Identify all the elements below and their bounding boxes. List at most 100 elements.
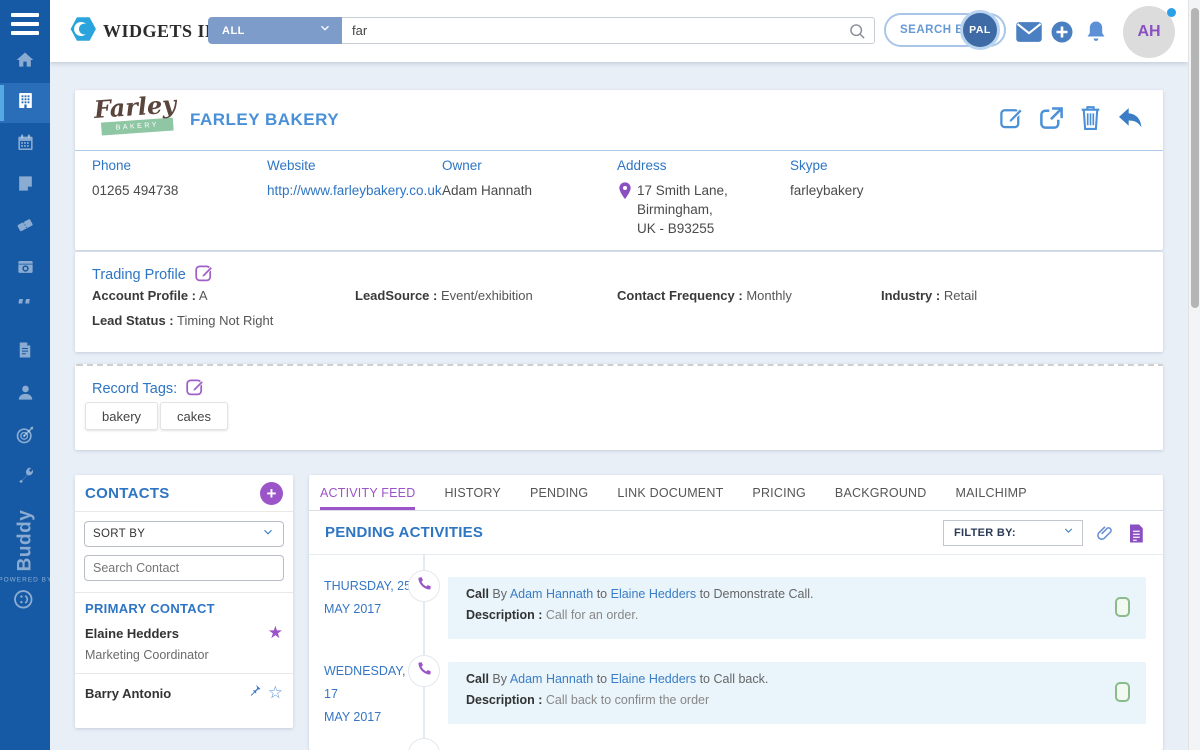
- contacts-title: CONTACTS: [85, 485, 170, 502]
- edit-record-icon[interactable]: [998, 104, 1025, 136]
- mail-icon[interactable]: [1015, 21, 1043, 48]
- sidebar-item-home[interactable]: [0, 42, 50, 82]
- chevron-down-icon: [318, 21, 332, 40]
- activity-by-link[interactable]: Adam Hannath: [510, 587, 593, 601]
- tag-chip[interactable]: bakery: [85, 402, 158, 430]
- tab-mailchimp[interactable]: MAILCHIMP: [956, 486, 1027, 510]
- powered-by-badge: POWERED BY Buddy: [0, 495, 50, 625]
- star-filled-icon[interactable]: ★: [268, 623, 283, 643]
- sidebar: “ POWERED BY Buddy: [0, 0, 50, 750]
- search-scope-dropdown[interactable]: ALL: [208, 17, 342, 44]
- person-icon: [16, 383, 35, 407]
- star-outline-icon[interactable]: ☆: [268, 683, 283, 703]
- back-icon[interactable]: [1116, 104, 1145, 136]
- call-node: [408, 655, 440, 687]
- sidebar-item-calendar[interactable]: [0, 125, 50, 165]
- description-label: Description :: [466, 608, 542, 622]
- contact-row: Barry Antonio ☆: [85, 683, 283, 703]
- owner-value: Adam Hannath: [442, 181, 532, 200]
- home-icon: [15, 50, 35, 75]
- edit-trading-profile-icon[interactable]: [194, 262, 215, 287]
- activity-action: to Call back.: [700, 672, 769, 686]
- divider: [75, 592, 293, 593]
- sidebar-item-documents[interactable]: [0, 332, 50, 372]
- account-profile-field: Account Profile : A: [92, 288, 208, 303]
- tab-pricing[interactable]: PRICING: [752, 486, 806, 510]
- by-label: By: [492, 587, 507, 601]
- attachment-icon[interactable]: [1095, 523, 1115, 548]
- tab-history[interactable]: HISTORY: [444, 486, 501, 510]
- sidebar-item-company[interactable]: [0, 83, 50, 123]
- call-node: [408, 738, 440, 750]
- to-label: to: [597, 587, 607, 601]
- by-label: By: [492, 672, 507, 686]
- sort-by-dropdown[interactable]: SORT BY: [84, 521, 284, 547]
- scrollbar-thumb[interactable]: [1191, 8, 1199, 308]
- industry-value: Retail: [944, 288, 977, 303]
- document-filter-icon[interactable]: [1127, 523, 1145, 549]
- calendar-icon: [16, 133, 35, 157]
- pending-activities-title: PENDING ACTIVITIES: [325, 524, 483, 541]
- search-scope-value: ALL: [222, 25, 245, 37]
- filter-by-dropdown[interactable]: FILTER BY:: [943, 520, 1083, 546]
- tab-pending[interactable]: PENDING: [530, 486, 588, 510]
- sidebar-item-tickets[interactable]: [0, 207, 50, 247]
- contact-search: [84, 555, 284, 581]
- lead-status-label: Lead Status :: [92, 313, 174, 328]
- tab-activity-feed[interactable]: ACTIVITY FEED: [320, 486, 415, 510]
- delete-record-icon[interactable]: [1078, 104, 1103, 136]
- contact-search-input[interactable]: [85, 556, 283, 580]
- sidebar-item-targets[interactable]: [0, 417, 50, 457]
- contacts-panel: CONTACTS + SORT BY PRIMARY CONTACT Elain…: [75, 475, 293, 728]
- account-profile-label: Account Profile :: [92, 288, 196, 303]
- pal-badge-label: PAL: [969, 24, 991, 36]
- powered-brand-label: Buddy: [14, 510, 36, 572]
- activity-to-link[interactable]: Elaine Hedders: [611, 587, 696, 601]
- global-search: [342, 17, 875, 44]
- search-icon[interactable]: [847, 21, 868, 47]
- lead-source-field: LeadSource : Event/exhibition: [355, 288, 533, 303]
- activity-entry: Call By Adam Hannath to Elaine Hedders t…: [448, 577, 1146, 639]
- add-contact-button[interactable]: +: [260, 482, 283, 505]
- share-record-icon[interactable]: [1038, 104, 1065, 136]
- sidebar-item-notes[interactable]: [0, 166, 50, 206]
- pal-badge[interactable]: PAL: [960, 10, 1000, 50]
- edit-record-tags-icon[interactable]: [185, 376, 206, 401]
- sidebar-item-camera[interactable]: [0, 249, 50, 289]
- address-line2: UK - B93255: [637, 221, 714, 236]
- field-address: Address 17 Smith Lane, Birmingham,UK - B…: [617, 158, 787, 238]
- divider: [75, 673, 293, 674]
- wrench-icon: [16, 466, 35, 490]
- field-owner: Owner Adam Hannath: [442, 158, 532, 200]
- phone-icon: [416, 660, 433, 682]
- sidebar-item-tools[interactable]: [0, 458, 50, 498]
- menu-icon[interactable]: [11, 13, 39, 35]
- activity-to-link[interactable]: Elaine Hedders: [611, 672, 696, 686]
- pushpin-icon[interactable]: [247, 683, 262, 703]
- contact-name-link[interactable]: Barry Antonio: [85, 686, 171, 701]
- chevron-down-icon: [1062, 524, 1075, 542]
- phone-icon: [416, 575, 433, 597]
- tab-background[interactable]: BACKGROUND: [835, 486, 927, 510]
- target-icon: [15, 425, 35, 450]
- add-icon[interactable]: [1050, 20, 1074, 49]
- contact-frequency-field: Contact Frequency : Monthly: [617, 288, 792, 303]
- complete-checkbox[interactable]: [1115, 597, 1130, 617]
- lead-status-value: Timing Not Right: [177, 313, 273, 328]
- phone-label: Phone: [92, 158, 178, 173]
- activity-by-link[interactable]: Adam Hannath: [510, 672, 593, 686]
- activity-date: WEDNESDAY, 17MAY 2017: [324, 660, 416, 729]
- notifications-bell-icon[interactable]: [1084, 19, 1108, 50]
- sidebar-item-quotes[interactable]: “: [0, 290, 50, 330]
- global-search-input[interactable]: [342, 18, 874, 43]
- sort-by-value: SORT BY: [93, 528, 145, 540]
- contact-name-link[interactable]: Elaine Hedders: [85, 626, 179, 641]
- website-link[interactable]: http://www.farleybakery.co.uk: [267, 181, 442, 200]
- contact-frequency-label: Contact Frequency :: [617, 288, 743, 303]
- tag-chip[interactable]: cakes: [160, 402, 228, 430]
- sidebar-item-contacts[interactable]: [0, 375, 50, 415]
- tab-link-document[interactable]: LINK DOCUMENT: [617, 486, 723, 510]
- complete-checkbox[interactable]: [1115, 682, 1130, 702]
- contact-role: Marketing Coordinator: [85, 648, 209, 662]
- lead-source-label: LeadSource :: [355, 288, 437, 303]
